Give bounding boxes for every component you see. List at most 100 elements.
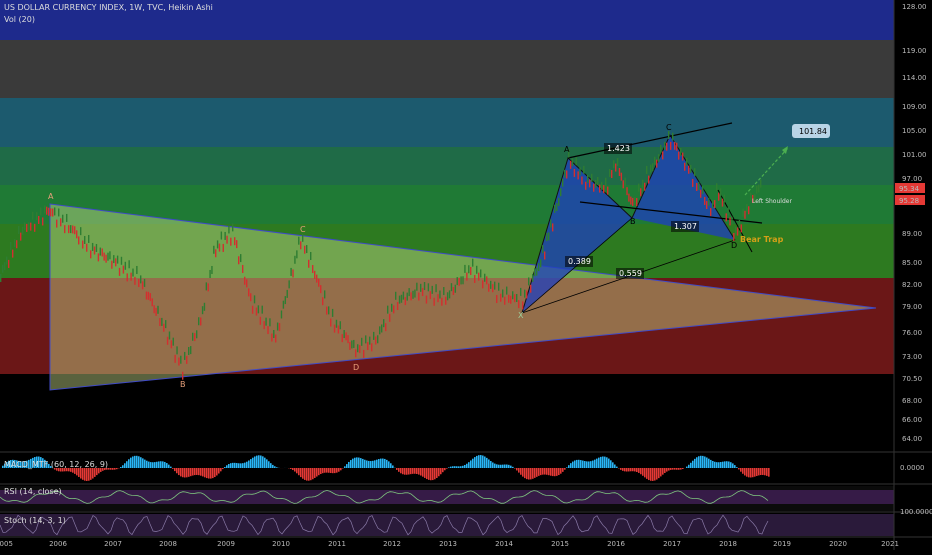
bear-trap-label: Bear Trap	[740, 235, 784, 244]
candle	[457, 277, 458, 285]
price-tick-label: 76.00	[902, 329, 922, 337]
candle	[102, 248, 103, 256]
macd-bar	[524, 468, 526, 478]
candle	[363, 350, 364, 358]
candle	[432, 286, 433, 294]
macd-bar	[526, 468, 528, 479]
candle	[42, 217, 43, 225]
candle	[283, 301, 284, 309]
candle	[342, 334, 343, 342]
time-axis[interactable]: 2005200620072008200920102011201220132014…	[0, 540, 899, 548]
macd-bar	[292, 468, 294, 470]
price-tick-label: 79.00	[902, 303, 922, 311]
macd-bar	[322, 468, 324, 473]
candle	[142, 281, 143, 289]
macd-bar	[456, 466, 458, 468]
candle	[213, 246, 214, 254]
candle	[562, 179, 563, 187]
macd-bar	[140, 457, 142, 468]
candle	[574, 169, 575, 177]
macd-bar	[702, 456, 704, 468]
macd-bar	[660, 468, 662, 476]
time-tick-label: 2016	[607, 540, 625, 548]
candle	[254, 295, 255, 303]
candle	[470, 267, 471, 275]
macd-bar	[166, 463, 168, 468]
macd-bar	[138, 456, 140, 468]
macd-bar	[466, 464, 468, 468]
macd-bar	[324, 468, 326, 473]
macd-bar	[442, 468, 444, 472]
candle	[178, 358, 179, 366]
candle	[634, 197, 635, 205]
candle	[46, 207, 47, 215]
candle	[244, 277, 245, 285]
candle	[412, 291, 413, 299]
price-axis[interactable]: 128.00119.00114.00109.00105.00101.0097.0…	[902, 3, 927, 443]
macd-bar	[94, 468, 96, 477]
candle	[646, 166, 647, 174]
candle	[300, 241, 301, 249]
chart-stage[interactable]: A B C D X A B C D 1.423 1.307 0.389 0.55…	[0, 0, 932, 550]
macd-label: MACD_MTF (60, 12, 26, 9)	[4, 460, 108, 469]
macd-bar	[628, 468, 630, 471]
price-chart[interactable]: A B C D X A B C D 1.423 1.307 0.389 0.55…	[0, 0, 932, 550]
price-tick-label: 66.00	[902, 416, 922, 424]
candle	[98, 253, 99, 261]
candle	[246, 279, 247, 287]
macd-bar	[626, 468, 628, 472]
macd-bar	[470, 460, 472, 468]
candle	[64, 225, 65, 233]
macd-bar	[264, 458, 266, 468]
candle	[676, 143, 677, 151]
candle	[626, 187, 627, 195]
price-tick-label: 119.00	[902, 47, 927, 55]
macd-bar	[576, 460, 578, 468]
candle	[32, 212, 33, 220]
macd-bar	[690, 463, 692, 468]
macd-bar	[400, 468, 402, 473]
macd-bar	[156, 462, 158, 468]
candle	[121, 257, 122, 265]
macd-bar	[712, 461, 714, 468]
candle	[447, 292, 448, 300]
candle	[472, 259, 473, 267]
candle	[613, 160, 614, 168]
candle	[617, 158, 618, 166]
band-teal	[0, 98, 894, 147]
candle	[161, 318, 162, 326]
macd-bar	[214, 468, 216, 477]
time-tick-label: 2011	[328, 540, 346, 548]
candle	[56, 220, 57, 228]
macd-bar	[680, 468, 682, 470]
candle	[504, 297, 505, 305]
label-b: B	[630, 217, 636, 226]
candle	[105, 255, 106, 263]
candle	[188, 347, 189, 355]
macd-bar	[554, 468, 556, 476]
candle	[589, 179, 590, 187]
candle	[579, 167, 580, 175]
candle	[550, 219, 551, 227]
candle	[144, 279, 145, 287]
candle	[605, 178, 606, 186]
macd-bar	[334, 468, 336, 473]
macd-bar	[592, 461, 594, 468]
macd-bar	[728, 461, 730, 468]
macd-bar	[738, 468, 740, 469]
macd-bar	[294, 468, 296, 472]
stoch-axis-value: 100.0000	[900, 508, 932, 516]
macd-bar	[700, 456, 702, 468]
macd-bar	[552, 468, 554, 476]
macd-bar	[582, 461, 584, 468]
macd-bar	[376, 460, 378, 468]
svg-text:0.389: 0.389	[568, 257, 591, 266]
candle	[58, 208, 59, 216]
candle	[690, 165, 691, 173]
candle	[338, 325, 339, 333]
candle	[296, 250, 297, 258]
macd-bar	[362, 459, 364, 468]
candle	[234, 237, 235, 245]
macd-bar	[674, 468, 676, 470]
candle	[668, 131, 669, 139]
